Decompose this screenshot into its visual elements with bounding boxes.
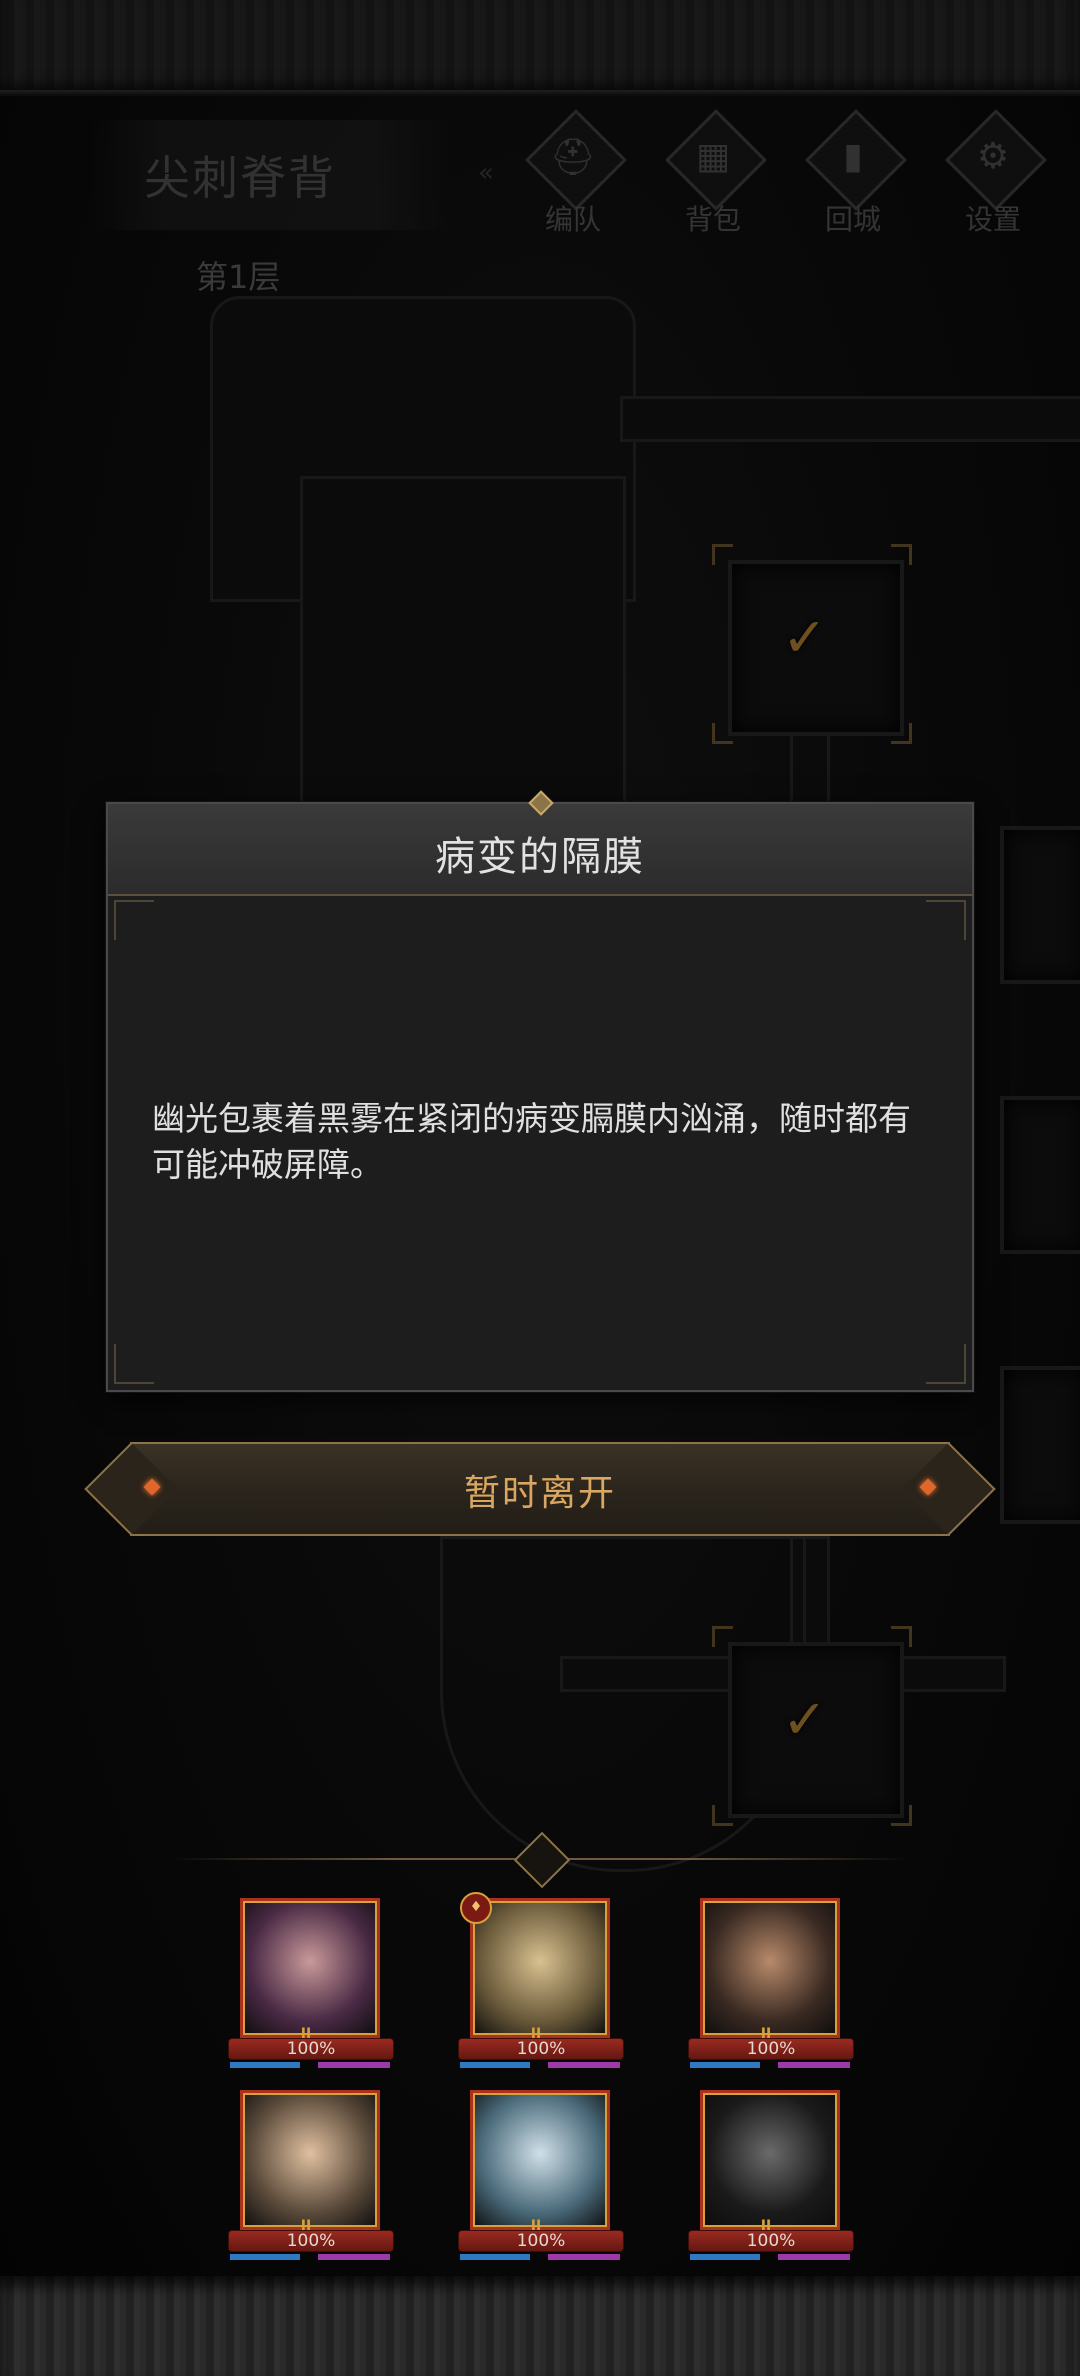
hero-portrait [700, 2090, 840, 2230]
hero-hp-bar: 100% [458, 2230, 624, 2252]
hero-card[interactable]: II 100% [228, 1898, 398, 2074]
hero-mana-bar [460, 2254, 530, 2260]
hero-energy-bar [318, 2254, 390, 2260]
bottom-frame [0, 2276, 1080, 2376]
leave-button[interactable]: 暂时离开 [130, 1442, 950, 1536]
hero-energy-bar [318, 2062, 390, 2068]
hero-card[interactable]: II 100% [228, 2090, 398, 2266]
corner-ornament [114, 1344, 154, 1384]
hero-portrait [470, 1898, 610, 2038]
corner-ornament [926, 900, 966, 940]
hero-portrait [470, 2090, 610, 2230]
hero-card[interactable]: ♦ II 100% [458, 1892, 628, 2074]
hero-hp-bar: 100% [688, 2038, 854, 2060]
hero-mana-bar [690, 2254, 760, 2260]
hero-mana-bar [690, 2062, 760, 2068]
corner-ornament [114, 900, 154, 940]
dialog-title: 病变的隔膜 [435, 834, 645, 880]
hero-energy-bar [778, 2254, 850, 2260]
hero-hp-bar: 100% [458, 2038, 624, 2060]
dialog-header: 病变的隔膜 [108, 790, 972, 896]
leader-badge-icon: ♦ [460, 1892, 492, 1924]
hero-energy-bar [548, 2062, 620, 2068]
hero-hp-bar: 100% [228, 2038, 394, 2060]
dialog-description: 幽光包裹着黑雾在紧闭的病变膈膜内汹涌，随时都有可能冲破屏障。 [152, 1099, 911, 1184]
hero-card[interactable]: II 100% [688, 2090, 858, 2266]
hero-portrait [700, 1898, 840, 2038]
event-dialog: 病变的隔膜 幽光包裹着黑雾在紧闭的病变膈膜内汹涌，随时都有可能冲破屏障。 [106, 790, 974, 1392]
hero-portrait [240, 2090, 380, 2230]
hero-mana-bar [460, 2062, 530, 2068]
corner-ornament [926, 1344, 966, 1384]
hero-card[interactable]: II 100% [458, 2090, 628, 2266]
hero-energy-bar [548, 2254, 620, 2260]
hero-hp-bar: 100% [688, 2230, 854, 2252]
hero-energy-bar [778, 2062, 850, 2068]
hero-card[interactable]: II 100% [688, 1898, 858, 2074]
hero-portrait [240, 1898, 380, 2038]
hero-mana-bar [230, 2062, 300, 2068]
hero-mana-bar [230, 2254, 300, 2260]
leave-button-label: 暂时离开 [463, 1473, 616, 1514]
hero-hp-bar: 100% [228, 2230, 394, 2252]
